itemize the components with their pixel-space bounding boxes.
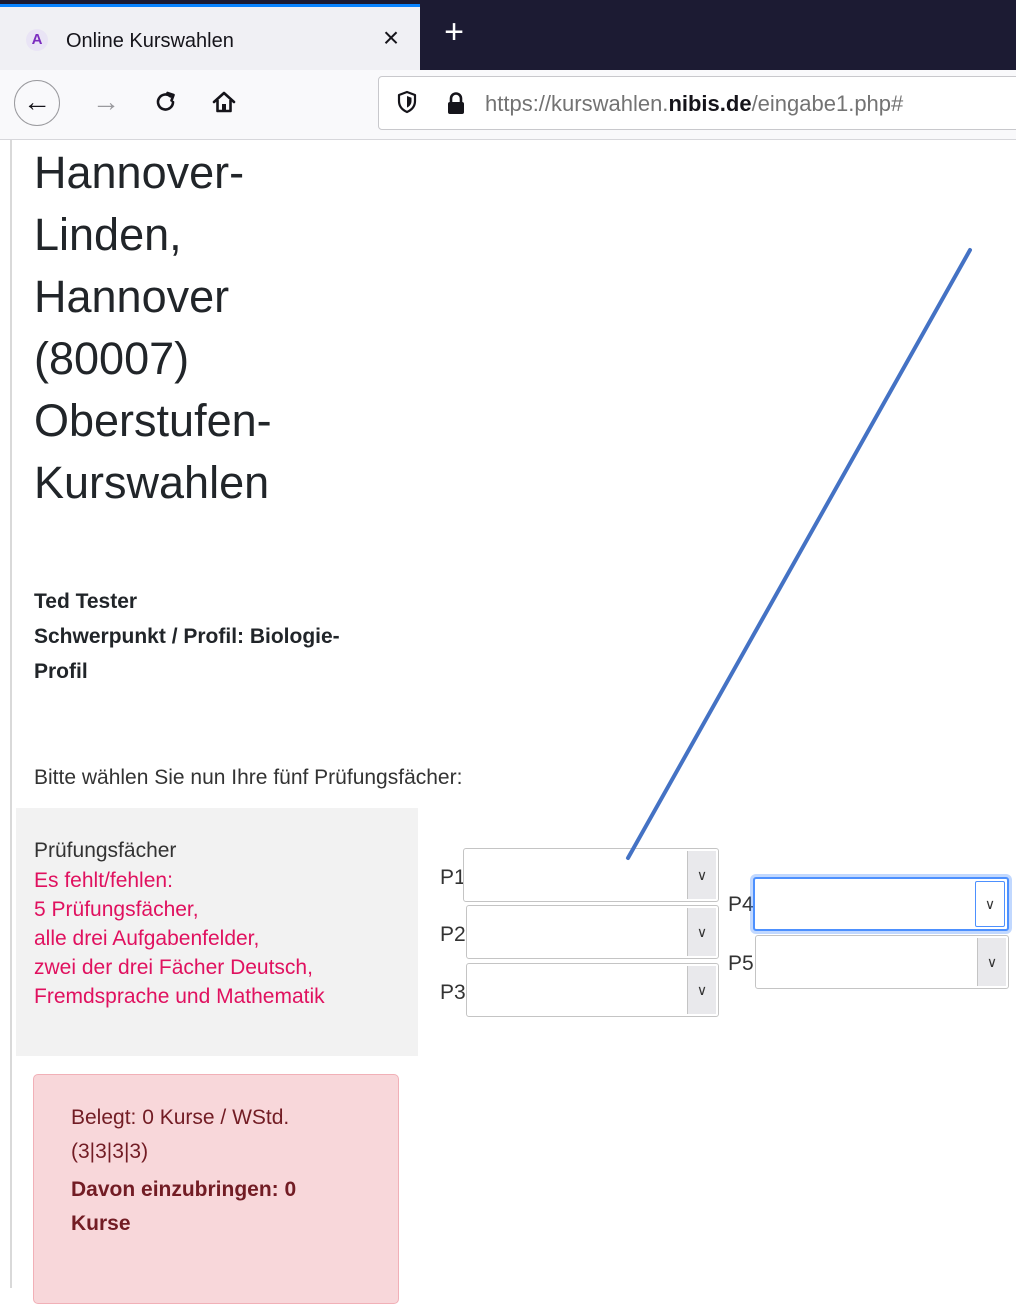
new-tab-icon[interactable]: +: [436, 14, 472, 50]
missing-requirements-list: Es fehlt/fehlen: 5 Prüfungsfächer, alle …: [34, 866, 325, 1011]
courses-to-count-line-cont: Kurse: [71, 1212, 131, 1235]
student-profile-cont: Profil: [34, 660, 88, 683]
missing-requirement: 5 Prüfungsfächer,: [34, 898, 199, 921]
page-title-line: Hannover-: [34, 147, 245, 198]
url-prefix: https://kurswahlen.: [485, 91, 669, 116]
browser-tab-bar: A Online Kurswahlen × +: [0, 0, 1016, 70]
courses-to-count-line: Davon einzubringen: 0: [71, 1178, 297, 1201]
back-arrow-icon[interactable]: ←: [14, 80, 60, 126]
lock-icon[interactable]: [445, 91, 467, 115]
chevron-down-icon[interactable]: ∨: [977, 938, 1006, 986]
p1-select[interactable]: ∨: [463, 848, 719, 902]
missing-requirement: Es fehlt/fehlen:: [34, 869, 173, 892]
panel-title: Prüfungsfächer: [34, 839, 177, 862]
p5-select[interactable]: ∨: [755, 935, 1009, 989]
p3-select[interactable]: ∨: [466, 963, 719, 1017]
course-hours-line: (3|3|3|3): [71, 1140, 149, 1163]
p4-label: P4: [728, 893, 754, 916]
missing-requirement: zwei der drei Fächer Deutsch,: [34, 956, 313, 979]
page-title: Hannover- Linden, Hannover (80007) Obers…: [34, 142, 434, 514]
address-bar[interactable]: https://kurswahlen.nibis.de/eingabe1.php…: [378, 76, 1016, 130]
url-domain: nibis.de: [668, 91, 752, 116]
chevron-down-icon[interactable]: ∨: [687, 908, 716, 956]
course-count-text: Belegt: 0 Kurse / WStd. (3|3|3|3): [71, 1101, 371, 1169]
tracking-protection-shield-icon[interactable]: [395, 90, 419, 116]
url-text[interactable]: https://kurswahlen.nibis.de/eingabe1.php…: [485, 91, 903, 117]
page-left-border: [10, 140, 12, 1288]
url-path: /eingabe1.php#: [751, 91, 904, 116]
missing-requirement: alle drei Aufgabenfelder,: [34, 927, 260, 950]
page-title-line: Hannover: [34, 271, 230, 322]
page-title-line: Oberstufen-: [34, 395, 272, 446]
missing-requirement: Fremdsprache und Mathematik: [34, 985, 325, 1008]
p4-select[interactable]: ∨: [753, 877, 1009, 931]
page-title-line: (80007): [34, 333, 190, 384]
chevron-down-icon[interactable]: ∨: [687, 851, 716, 899]
exam-subjects-panel: Prüfungsfächer Es fehlt/fehlen: 5 Prüfun…: [16, 808, 418, 1056]
p1-label: P1: [440, 866, 466, 889]
site-favicon-icon: A: [26, 29, 48, 51]
page-title-line: Linden,: [34, 209, 182, 260]
reload-icon[interactable]: [148, 84, 184, 120]
student-profile: Schwerpunkt / Profil: Biologie-: [34, 625, 340, 648]
p2-select[interactable]: ∨: [466, 905, 719, 959]
p5-label: P5: [728, 952, 754, 975]
exam-subjects-instruction: Bitte wählen Sie nun Ihre fünf Prüfungsf…: [34, 766, 463, 789]
tab-title: Online Kurswahlen: [66, 30, 234, 52]
annotation-line: [626, 248, 972, 860]
student-name: Ted Tester: [34, 590, 138, 613]
home-icon[interactable]: [206, 84, 242, 120]
course-summary-alert: Belegt: 0 Kurse / WStd. (3|3|3|3) Davon …: [33, 1074, 399, 1304]
page-title-line: Kurswahlen: [34, 457, 270, 508]
p2-label: P2: [440, 923, 466, 946]
chevron-down-icon[interactable]: ∨: [687, 966, 716, 1014]
course-count-line: Belegt: 0 Kurse / WStd.: [71, 1106, 290, 1129]
browser-tab-active[interactable]: A Online Kurswahlen ×: [0, 4, 420, 70]
p3-label: P3: [440, 981, 466, 1004]
browser-nav-bar: ← → https://kurswahlen.nibis.de/eingabe1: [0, 70, 1016, 140]
chevron-down-icon[interactable]: ∨: [975, 881, 1005, 927]
close-tab-icon[interactable]: ×: [376, 23, 406, 53]
forward-arrow-icon[interactable]: →: [88, 84, 124, 120]
courses-to-count-text: Davon einzubringen: 0 Kurse: [71, 1173, 371, 1241]
student-info: Ted Tester Schwerpunkt / Profil: Biologi…: [34, 584, 414, 689]
